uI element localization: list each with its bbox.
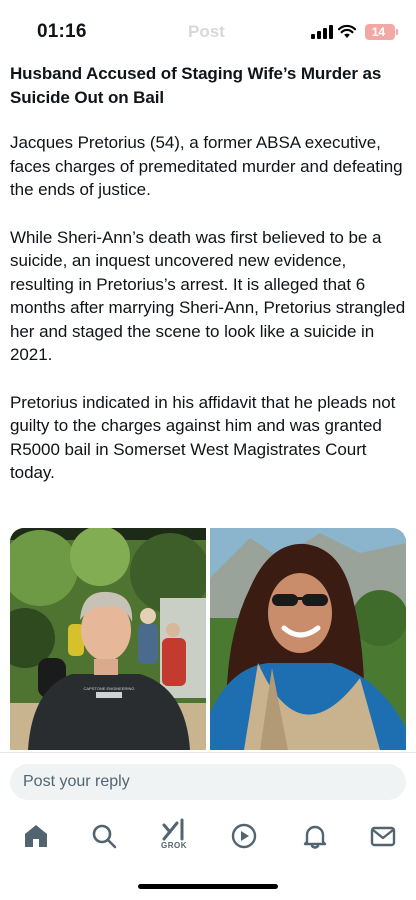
reply-placeholder: Post your reply xyxy=(23,773,130,790)
reply-bar: Post your reply xyxy=(0,752,416,808)
post-paragraph: While Sheri-Ann’s death was first believ… xyxy=(10,227,406,365)
wifi-icon xyxy=(338,24,356,38)
media-icon xyxy=(231,823,257,849)
status-time: 01:16 xyxy=(37,21,87,42)
post-paragraph: Jacques Pretorius (54), a former ABSA ex… xyxy=(10,133,403,199)
bottom-nav: GROK xyxy=(0,808,416,864)
home-icon xyxy=(25,825,47,847)
battery-icon: 14 xyxy=(365,24,398,40)
status-ghost-title: Post xyxy=(188,22,225,41)
notifications-icon xyxy=(303,825,327,849)
grok-icon xyxy=(162,818,184,841)
post-headline: Husband Accused of Staging Wife’s Murder… xyxy=(10,64,382,107)
post-body: Husband Accused of Staging Wife’s Murder… xyxy=(10,62,406,485)
post-paragraph: Pretorius indicated in his affidavit tha… xyxy=(10,392,396,483)
nav-home[interactable] xyxy=(22,822,50,850)
reply-input[interactable]: Post your reply xyxy=(10,764,406,800)
search-icon xyxy=(92,824,117,849)
status-bar: 01:16 Post 14 xyxy=(0,0,416,62)
shirt-logo-text: CAPSTONE ENGINEERING xyxy=(83,686,134,691)
photo-man[interactable]: CAPSTONE ENGINEERING xyxy=(10,528,206,750)
post-media: CAPSTONE ENGINEERING xyxy=(10,528,406,750)
signal-icon xyxy=(311,25,333,39)
nav-notifications[interactable] xyxy=(301,822,329,850)
grok-label: GROK xyxy=(161,841,187,850)
home-indicator[interactable] xyxy=(138,884,278,889)
nav-media[interactable] xyxy=(230,822,258,850)
battery-level: 14 xyxy=(371,25,386,39)
photo-woman[interactable] xyxy=(210,528,406,750)
messages-icon xyxy=(370,826,396,847)
nav-messages[interactable] xyxy=(369,822,397,850)
nav-grok[interactable]: GROK xyxy=(160,817,188,850)
nav-search[interactable] xyxy=(90,822,118,850)
